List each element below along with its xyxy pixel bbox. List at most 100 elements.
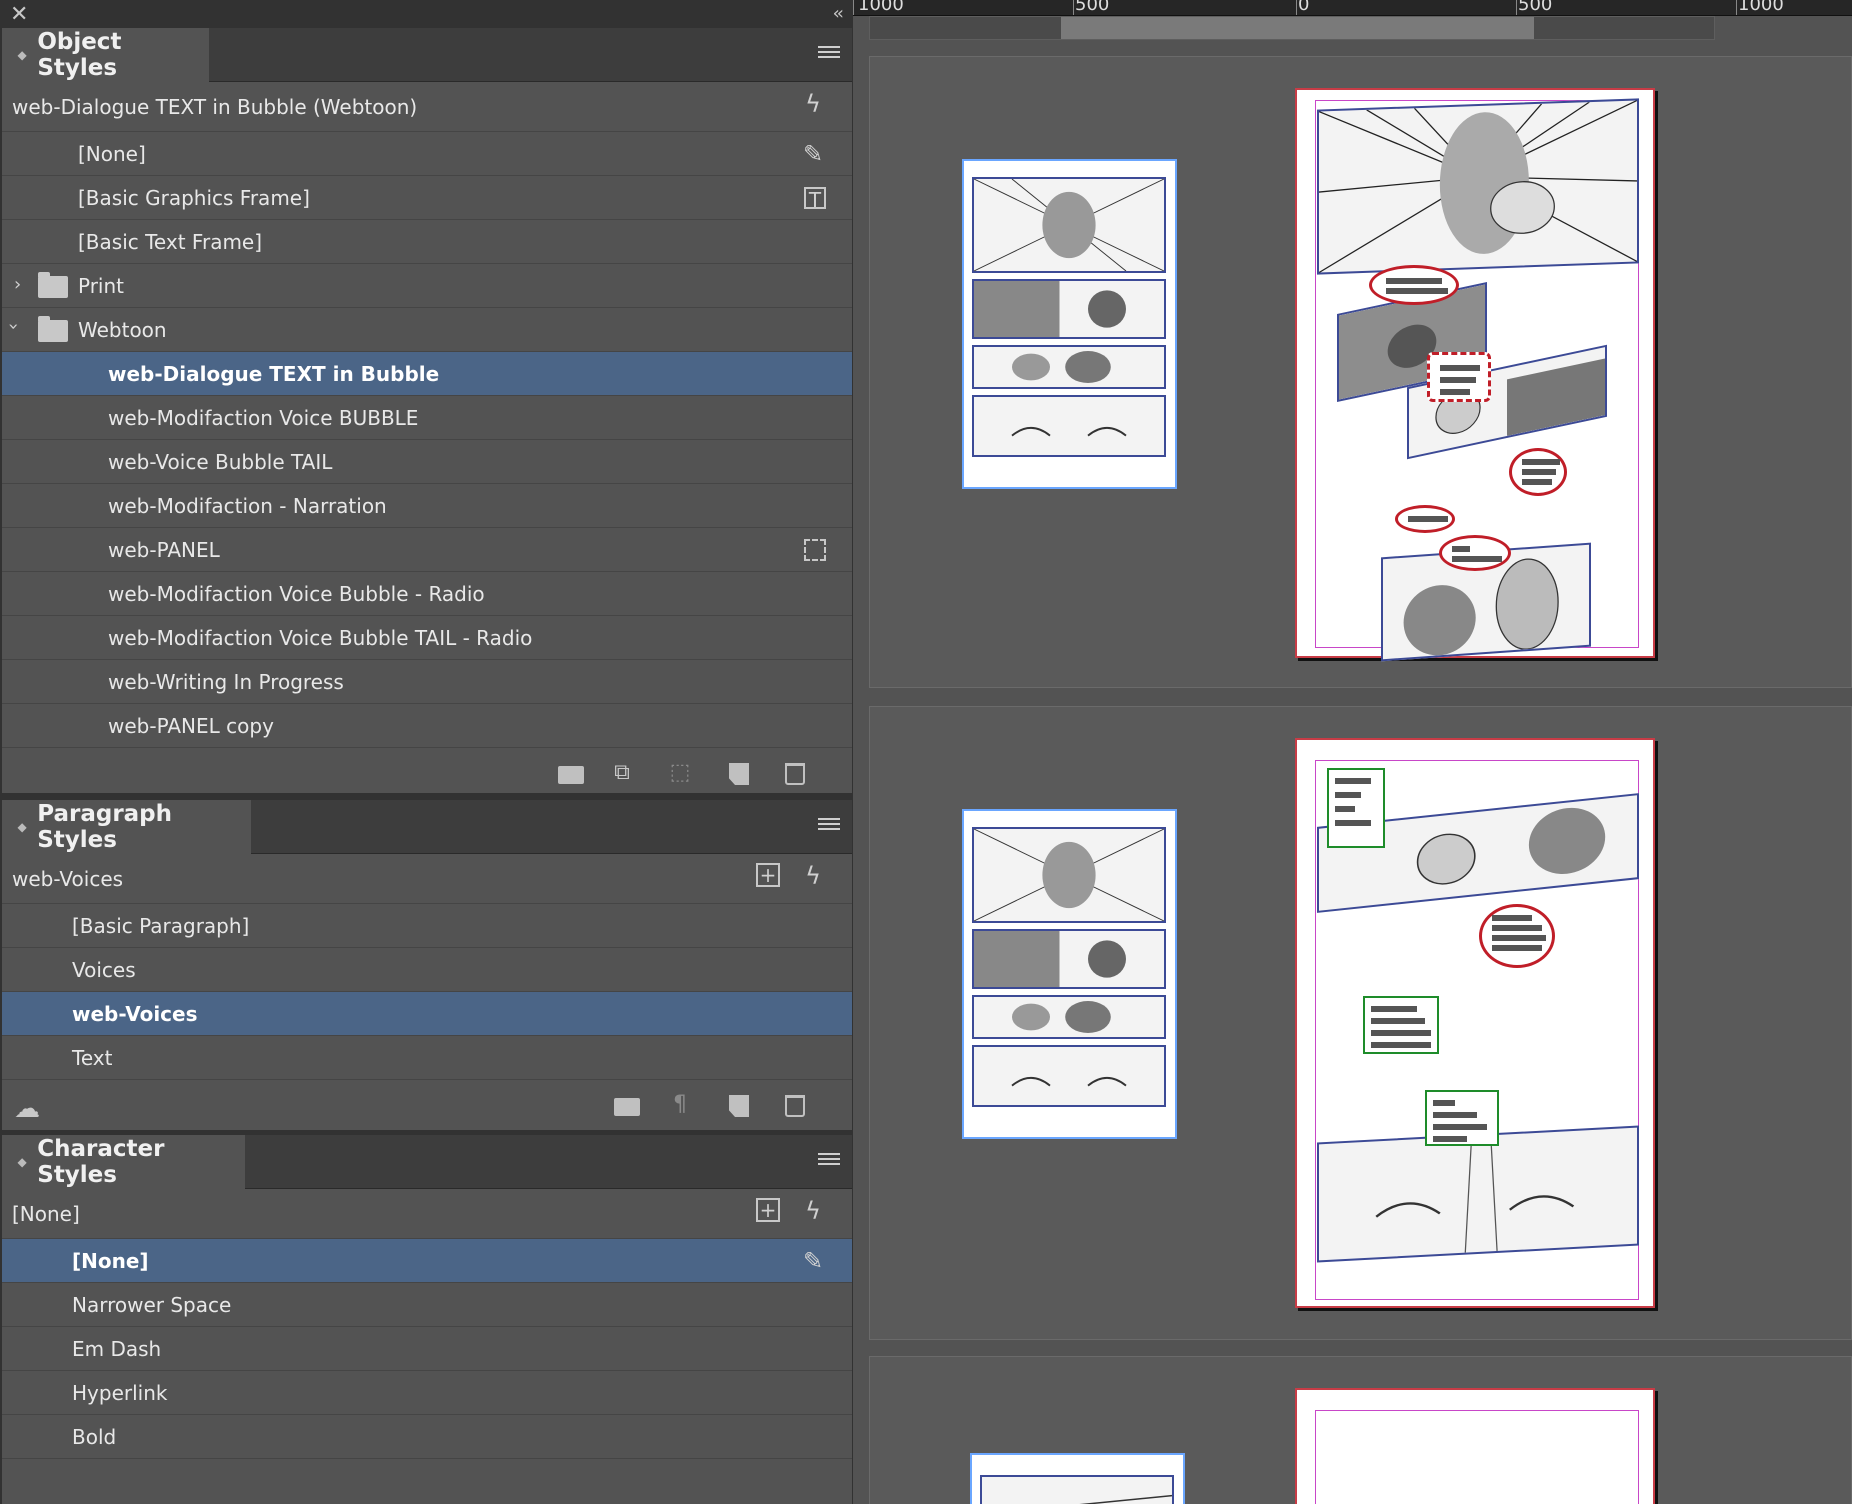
chevron-right-icon[interactable]: › — [14, 274, 21, 295]
layout-canvas[interactable]: 1000 500 0 500 1000 — [853, 0, 1852, 1504]
panel-collapse-arrows-icon[interactable]: ◆ — [17, 821, 27, 833]
style-item[interactable]: Bold — [2, 1415, 852, 1459]
narration-box[interactable] — [1327, 768, 1385, 848]
current-object-style: web-Dialogue TEXT in Bubble (Webtoon) ϟ — [2, 82, 852, 132]
panel-collapse-arrows-icon[interactable]: ◆ — [17, 1156, 27, 1168]
panel-title: Object Styles — [37, 29, 122, 81]
style-item[interactable]: web-Modifaction Voice Bubble TAIL - Radi… — [2, 616, 852, 660]
narration-box[interactable] — [1363, 996, 1439, 1054]
clear-overrides-icon[interactable]: ⧉ — [608, 760, 636, 786]
new-style-icon[interactable] — [729, 763, 749, 785]
style-item[interactable]: Voices — [2, 948, 852, 992]
current-character-style: [None] + ϟ — [2, 1189, 852, 1239]
style-item-label: [Basic Graphics Frame] — [78, 185, 310, 210]
collapse-panels-icon[interactable]: ‹‹ — [833, 3, 845, 24]
page-thumbnail[interactable] — [970, 1453, 1185, 1504]
current-paragraph-style: web-Voices + ϟ — [2, 854, 852, 904]
spread-2 — [869, 706, 1852, 1340]
folder-icon — [38, 272, 68, 298]
style-item[interactable]: web-Modifaction Voice Bubble - Radio — [2, 572, 852, 616]
chevron-down-icon[interactable]: › — [3, 323, 24, 330]
style-item[interactable]: web-Voice Bubble TAIL — [2, 440, 852, 484]
speech-bubble[interactable] — [1439, 535, 1511, 571]
speech-bubble[interactable] — [1479, 904, 1555, 968]
page-thumbnail[interactable] — [962, 159, 1177, 489]
character-styles-tab[interactable]: ◆ Character Styles — [2, 1135, 245, 1189]
new-style-icon[interactable] — [729, 1095, 749, 1117]
style-item[interactable]: web-Modifaction Voice BUBBLE — [2, 396, 852, 440]
style-item[interactable]: [Basic Text Frame] — [2, 220, 852, 264]
object-styles-panel: ◆ Object Styles web-Dialogue TEXT in Bub… — [2, 28, 852, 793]
create-style-icon[interactable]: + — [756, 1198, 780, 1222]
panel-menu-icon[interactable] — [818, 818, 840, 834]
comic-panel — [972, 177, 1166, 273]
clear-non-defined-attributes-icon[interactable]: ⬚ — [666, 760, 694, 786]
comic-panel — [972, 279, 1166, 339]
style-item-label: web-Modifaction Voice Bubble TAIL - Radi… — [108, 625, 533, 650]
comic-panel — [980, 1475, 1174, 1504]
style-item-label: Voices — [72, 957, 136, 982]
horizontal-ruler[interactable]: 1000 500 0 500 1000 — [853, 0, 1852, 16]
style-item[interactable]: Text — [2, 1036, 852, 1080]
frame-fitting-icon — [804, 539, 826, 561]
speech-bubble[interactable] — [1509, 448, 1567, 496]
lightning-icon[interactable]: ϟ — [800, 91, 826, 117]
style-item-selected[interactable]: [None] ✎ — [2, 1239, 852, 1283]
style-item[interactable]: Narrower Space — [2, 1283, 852, 1327]
ruler-label: 500 — [1518, 0, 1553, 15]
style-item-selected[interactable]: web-Dialogue TEXT in Bubble — [2, 352, 852, 396]
trash-icon[interactable] — [785, 1095, 805, 1117]
panel-menu-icon[interactable] — [818, 1153, 840, 1169]
style-item[interactable]: web-PANEL copy — [2, 704, 852, 748]
style-group-webtoon[interactable]: › Webtoon — [2, 308, 852, 352]
narration-box[interactable] — [1425, 1090, 1499, 1146]
page-thumbnail[interactable] — [962, 809, 1177, 1139]
character-styles-panel: ◆ Character Styles [None] + ϟ [None] ✎ N… — [2, 1135, 852, 1504]
speech-bubble[interactable] — [1395, 505, 1455, 533]
speech-bubble[interactable] — [1369, 265, 1459, 305]
cloud-library-icon[interactable]: ☁ — [14, 1094, 40, 1124]
page-canvas[interactable] — [1295, 88, 1655, 662]
comic-panel — [972, 929, 1166, 989]
pen-slash-icon: ✎ — [802, 1247, 824, 1275]
page-canvas[interactable] — [1295, 738, 1655, 1308]
comic-panel — [1317, 1125, 1639, 1263]
comic-panel — [972, 827, 1166, 923]
lightning-icon[interactable]: ϟ — [800, 1198, 826, 1224]
current-style-label: web-Voices — [12, 866, 124, 891]
current-style-label: [None] — [12, 1201, 80, 1226]
style-group-label: Webtoon — [78, 317, 167, 342]
current-style-label: web-Dialogue TEXT in Bubble (Webtoon) — [12, 94, 418, 119]
object-styles-tab[interactable]: ◆ Object Styles — [2, 28, 209, 82]
style-item[interactable]: [Basic Paragraph] — [2, 904, 852, 948]
style-item[interactable]: web-Writing In Progress — [2, 660, 852, 704]
page-canvas[interactable] — [1295, 1388, 1655, 1504]
style-item[interactable]: [None] ✎ — [2, 132, 852, 176]
comic-panel — [1317, 98, 1639, 275]
style-item-selected[interactable]: web-Voices — [2, 992, 852, 1036]
style-item[interactable]: [Basic Graphics Frame] T — [2, 176, 852, 220]
style-group-print[interactable]: › Print — [2, 264, 852, 308]
style-item[interactable]: Em Dash — [2, 1327, 852, 1371]
ruler-label: 1000 — [858, 0, 904, 15]
style-item-label: [None] — [72, 1248, 149, 1273]
lightning-icon[interactable]: ϟ — [800, 863, 826, 889]
panel-collapse-arrows-icon[interactable]: ◆ — [17, 49, 27, 61]
style-item[interactable]: Hyperlink — [2, 1371, 852, 1415]
style-item[interactable]: web-Modifaction - Narration — [2, 484, 852, 528]
trash-icon[interactable] — [785, 763, 805, 785]
style-item-label: Hyperlink — [72, 1380, 168, 1405]
speech-bubble-selected[interactable] — [1427, 352, 1491, 402]
new-style-group-icon[interactable] — [614, 1098, 640, 1116]
comic-panel — [972, 1045, 1166, 1107]
new-style-group-icon[interactable] — [558, 766, 584, 784]
horizontal-scrollbar[interactable] — [869, 16, 1715, 40]
scrollbar-thumb[interactable] — [1061, 17, 1534, 39]
clear-overrides-icon[interactable]: ¶ — [666, 1092, 694, 1118]
create-style-icon[interactable]: + — [756, 863, 780, 887]
close-icon[interactable]: ✕ — [10, 2, 28, 27]
paragraph-styles-tab[interactable]: ◆ Paragraph Styles — [2, 800, 251, 854]
panel-menu-icon[interactable] — [818, 46, 840, 62]
ruler-label: 1000 — [1738, 0, 1784, 15]
style-item[interactable]: web-PANEL — [2, 528, 852, 572]
